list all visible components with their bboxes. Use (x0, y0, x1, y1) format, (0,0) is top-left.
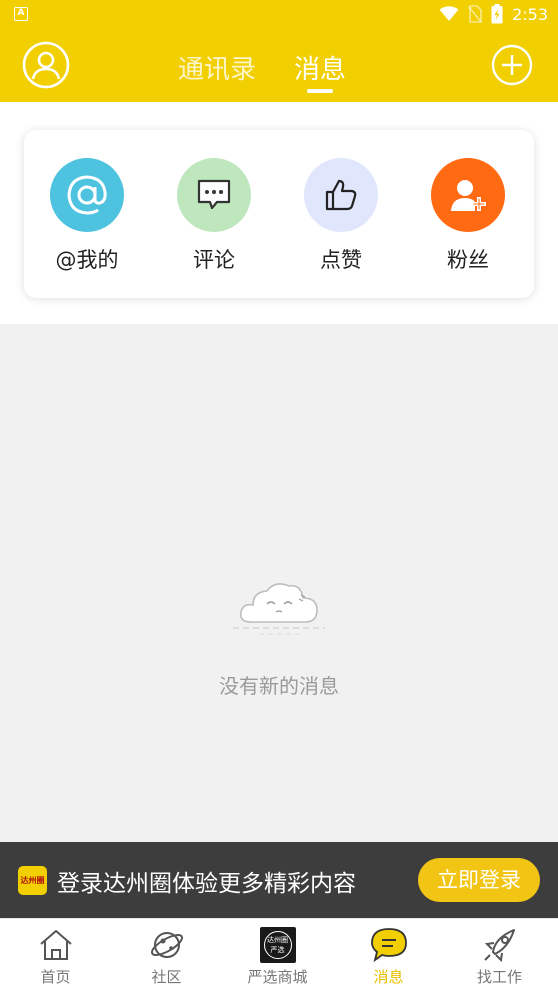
active-tab-indicator (307, 89, 333, 93)
nav-label: 社区 (151, 968, 182, 986)
rocket-icon (480, 925, 520, 965)
user-profile-icon (22, 41, 70, 89)
nav-label: 找工作 (476, 968, 522, 986)
tab-messages[interactable]: 消息 (294, 49, 346, 86)
quick-action-label: @我的 (55, 248, 119, 272)
mall-logo-icon: 达州圈 严选 (258, 925, 298, 965)
status-bar: A 2:53 (0, 0, 558, 30)
no-sim-icon (468, 5, 482, 23)
quick-action-comments[interactable]: 评论 (159, 158, 269, 274)
planet-icon (147, 925, 187, 965)
plus-circle-icon (491, 44, 533, 86)
quick-action-label: 评论 (193, 248, 235, 272)
login-button[interactable]: 立即登录 (418, 858, 540, 902)
mall-logo-text: 达州圈 (267, 936, 288, 944)
nav-item-jobs[interactable]: 找工作 (444, 919, 555, 992)
at-icon (50, 158, 124, 232)
nav-label: 严选商城 (247, 968, 308, 986)
nav-item-mall[interactable]: 达州圈 严选 严选商城 (222, 919, 333, 992)
message-bubble-icon (369, 925, 409, 965)
follower-icon (431, 158, 505, 232)
top-header: 通讯录 消息 (0, 30, 558, 102)
nav-label: 首页 (40, 968, 71, 986)
nav-item-messages[interactable]: 消息 (333, 919, 444, 992)
bottom-nav: 首页 社区 达州圈 严选 严选商城 消息 找工作 (0, 918, 558, 992)
header-tabs: 通讯录 消息 (0, 30, 558, 102)
quick-actions-card: @我的 评论 点赞 粉丝 (24, 130, 534, 298)
quick-action-mentions[interactable]: @我的 (32, 158, 142, 274)
nav-item-home[interactable]: 首页 (0, 919, 111, 992)
battery-charging-icon (491, 4, 503, 24)
comment-icon (177, 158, 251, 232)
profile-button[interactable] (22, 41, 70, 89)
quick-action-label: 点赞 (320, 248, 362, 272)
app-logo: 达州圈 (18, 866, 47, 895)
quick-action-followers[interactable]: 粉丝 (413, 158, 523, 274)
add-button[interactable] (488, 41, 536, 89)
login-banner-text: 登录达州圈体验更多精彩内容 (57, 871, 356, 897)
tab-contacts[interactable]: 通讯录 (178, 49, 256, 86)
thumbs-up-icon (304, 158, 378, 232)
nav-label: 消息 (373, 968, 404, 986)
mall-logo-text: 严选 (270, 946, 285, 954)
quick-actions-section: @我的 评论 点赞 粉丝 (0, 102, 558, 324)
wifi-icon (439, 6, 459, 21)
home-icon (36, 925, 76, 965)
nav-item-community[interactable]: 社区 (111, 919, 222, 992)
app-indicator-icon: A (14, 7, 28, 21)
clock: 2:53 (512, 4, 548, 24)
quick-action-label: 粉丝 (447, 248, 489, 272)
status-icons: 2:53 (439, 4, 548, 24)
sleepy-cloud-icon (233, 583, 325, 635)
empty-state: 没有新的消息 (0, 570, 558, 699)
quick-action-likes[interactable]: 点赞 (286, 158, 396, 274)
login-banner: 达州圈 登录达州圈体验更多精彩内容 立即登录 (0, 842, 558, 918)
empty-state-message: 没有新的消息 (219, 674, 339, 698)
